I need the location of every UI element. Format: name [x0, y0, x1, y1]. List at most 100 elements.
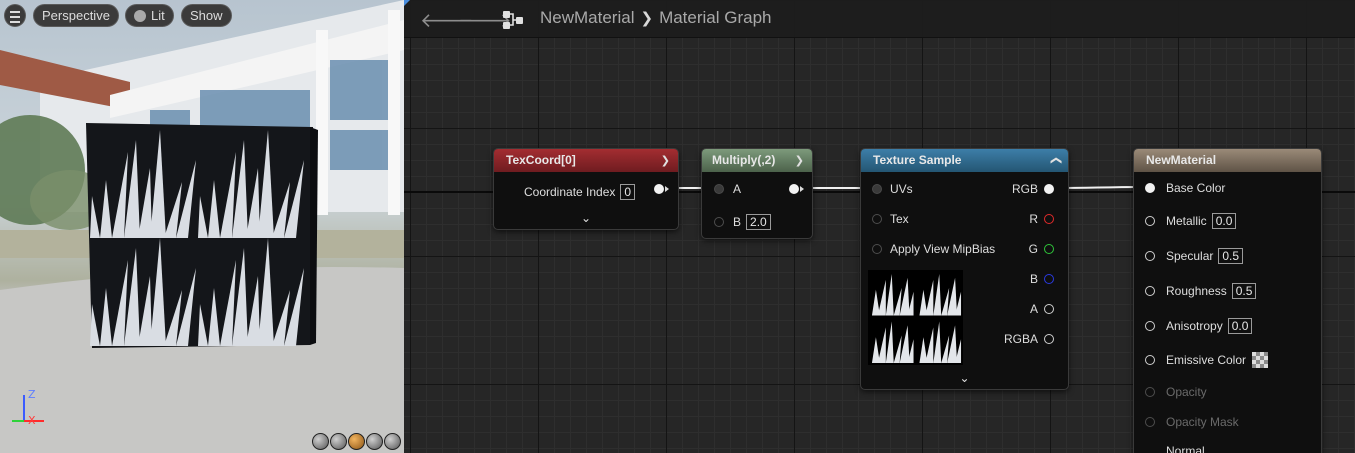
- graph-focus-corner: [404, 0, 410, 6]
- chevron-down-icon[interactable]: ⌄: [861, 371, 1068, 385]
- normal-label: Normal: [1166, 444, 1205, 453]
- chevron-down-icon[interactable]: ❯: [795, 149, 804, 172]
- opacity-mask-pin: [1145, 417, 1155, 427]
- multiply-b-field[interactable]: 2.0: [746, 214, 771, 230]
- lit-mode-button[interactable]: Lit: [125, 4, 174, 27]
- roughness-label: Roughness: [1166, 284, 1227, 298]
- roughness-row: Roughness 0.5: [1166, 283, 1257, 299]
- breadcrumb-chevron-icon: ❯: [640, 9, 654, 27]
- texture-sample-node-title: Texture Sample: [873, 153, 962, 167]
- texcoord-output-pin[interactable]: [654, 184, 664, 194]
- anisotropy-pin[interactable]: [1145, 321, 1155, 331]
- mipbias-label: Apply View MipBias: [890, 242, 996, 256]
- g-label: G: [1028, 242, 1038, 256]
- anisotropy-label: Anisotropy: [1166, 319, 1223, 333]
- mipbias-input-pin[interactable]: [872, 244, 882, 254]
- specular-pin[interactable]: [1145, 251, 1155, 261]
- roughness-pin[interactable]: [1145, 286, 1155, 296]
- multiply-input-a-pin[interactable]: [714, 184, 724, 194]
- multiply-output-pin[interactable]: [789, 184, 799, 194]
- axis-z-label: Z: [28, 388, 36, 401]
- viewport-options-button[interactable]: [4, 4, 26, 27]
- specular-field[interactable]: 0.5: [1218, 248, 1244, 264]
- pin-arrow-icon: [665, 186, 669, 192]
- material-node-title: NewMaterial: [1146, 153, 1217, 167]
- coordinate-index-field[interactable]: 0: [620, 184, 636, 200]
- tex-input-pin[interactable]: [872, 214, 882, 224]
- anisotropy-field[interactable]: 0.0: [1227, 318, 1253, 334]
- metallic-pin[interactable]: [1145, 216, 1155, 226]
- tex-label: Tex: [890, 212, 909, 226]
- coordinate-index-label: Coordinate Index: [524, 185, 616, 199]
- opacity-mask-label: Opacity Mask: [1166, 415, 1239, 429]
- texture-sample-node-header[interactable]: Texture Sample ❯: [861, 149, 1068, 172]
- material-preview-viewport[interactable]: Perspective Lit Show Z X: [0, 0, 404, 453]
- b-output-pin[interactable]: [1044, 274, 1054, 284]
- multiply-node-header[interactable]: Multiply(,2) ❯: [702, 149, 812, 172]
- emissive-color-row: Emissive Color: [1166, 352, 1269, 368]
- multiply-node-title: Multiply(,2): [712, 153, 776, 167]
- material-node-header[interactable]: NewMaterial: [1134, 149, 1321, 172]
- breadcrumb-root[interactable]: NewMaterial: [540, 8, 634, 27]
- texture-thumbnail[interactable]: [868, 270, 963, 365]
- multiply-node[interactable]: Multiply(,2) ❯ A B 2.0: [701, 148, 813, 239]
- texcoord-node-header[interactable]: TexCoord[0] ❯: [494, 149, 678, 172]
- multiply-input-b-label: B: [733, 215, 742, 229]
- rgba-output-pin[interactable]: [1044, 334, 1054, 344]
- opacity-label: Opacity: [1166, 385, 1207, 399]
- uvs-input-pin[interactable]: [872, 184, 882, 194]
- texcoord-node[interactable]: TexCoord[0] ❯ Coordinate Index 0 ⌄: [493, 148, 679, 230]
- hamburger-icon: [10, 11, 20, 13]
- lit-icon: [134, 10, 146, 22]
- emissive-color-swatch[interactable]: [1252, 352, 1269, 368]
- base-color-pin[interactable]: [1145, 183, 1155, 193]
- emissive-color-pin[interactable]: [1145, 355, 1155, 365]
- show-button[interactable]: Show: [181, 4, 232, 27]
- cube-icon[interactable]: [366, 433, 383, 450]
- metallic-label: Metallic: [1166, 214, 1207, 228]
- breadcrumb-current: Material Graph: [659, 8, 772, 27]
- preview-scene: [0, 0, 404, 453]
- chevron-down-icon[interactable]: ❯: [661, 149, 670, 172]
- chevron-up-icon[interactable]: ❯: [1044, 156, 1067, 165]
- chevron-down-icon[interactable]: ⌄: [494, 211, 678, 225]
- graph-icon[interactable]: [502, 10, 524, 30]
- r-label: R: [1029, 212, 1038, 226]
- rgb-output-pin[interactable]: [1044, 184, 1054, 194]
- roughness-field[interactable]: 0.5: [1231, 283, 1257, 299]
- plane-icon[interactable]: [348, 433, 365, 450]
- material-graph-canvas[interactable]: 🡐 🡒 NewMaterial ❯ Material Graph TexCoord[…: [404, 0, 1355, 453]
- r-output-pin[interactable]: [1044, 214, 1054, 224]
- uvs-label: UVs: [890, 182, 913, 196]
- texcoord-node-title: TexCoord[0]: [506, 153, 576, 167]
- axis-x-label: X: [28, 414, 36, 427]
- sphere-icon[interactable]: [312, 433, 329, 450]
- anisotropy-row: Anisotropy 0.0: [1166, 318, 1253, 334]
- specular-row: Specular 0.5: [1166, 248, 1244, 264]
- metallic-row: Metallic 0.0: [1166, 213, 1237, 229]
- teapot-icon[interactable]: [384, 433, 401, 450]
- multiply-input-b-row: B 2.0: [733, 214, 771, 230]
- pin-arrow-icon: [800, 186, 804, 192]
- specular-label: Specular: [1166, 249, 1214, 263]
- breadcrumb: NewMaterial ❯ Material Graph: [540, 8, 772, 28]
- rgb-label: RGB: [1011, 182, 1038, 196]
- multiply-input-a-label: A: [733, 182, 742, 196]
- multiply-input-b-pin[interactable]: [714, 217, 724, 227]
- rgba-label: RGBA: [1003, 332, 1038, 346]
- a-output-pin[interactable]: [1044, 304, 1054, 314]
- metallic-field[interactable]: 0.0: [1211, 213, 1237, 229]
- base-color-label: Base Color: [1166, 181, 1226, 195]
- material-output-node[interactable]: NewMaterial Base Color Metallic 0.0 Specu…: [1133, 148, 1322, 453]
- preview-mesh-selector: [312, 433, 401, 450]
- b-label: B: [1029, 272, 1038, 286]
- coordinate-index-row: Coordinate Index 0: [524, 184, 636, 200]
- emissive-color-label: Emissive Color: [1166, 353, 1247, 367]
- axis-gizmo-icon: [12, 395, 44, 422]
- opacity-pin: [1145, 387, 1155, 397]
- cylinder-icon[interactable]: [330, 433, 347, 450]
- lit-label: Lit: [151, 8, 165, 23]
- perspective-button[interactable]: Perspective: [33, 4, 119, 27]
- texture-sample-node[interactable]: Texture Sample ❯ UVs Tex Apply View MipB…: [860, 148, 1069, 390]
- g-output-pin[interactable]: [1044, 244, 1054, 254]
